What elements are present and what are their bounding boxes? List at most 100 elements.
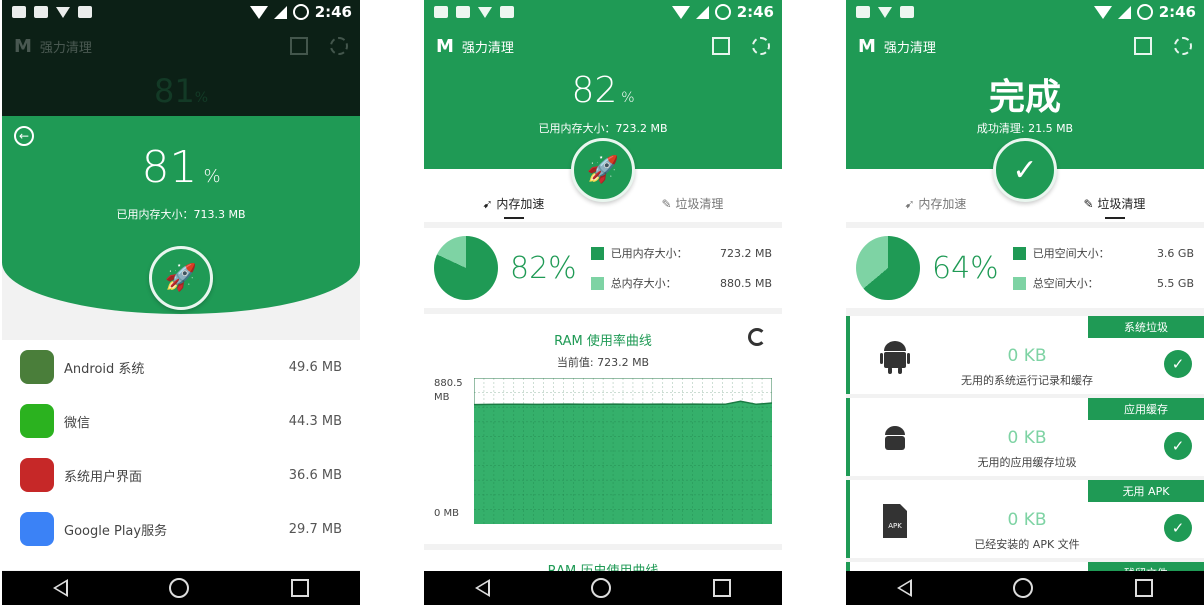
tab-memory-boost[interactable]: ➹ 内存加速 (424, 195, 603, 222)
screen-memory-boost-overlay: M 强力清理 81% 2:46 ← 81% 已用内存大小：713.3 MB 🚀 … (2, 0, 360, 605)
legend-swatch (590, 246, 604, 260)
app-list-item[interactable]: Google Play服务 29.7 MB (2, 502, 360, 556)
battery-icon (714, 4, 731, 20)
android-logo-icon (20, 458, 54, 492)
ghost-percent: 81% (153, 72, 209, 110)
done-check-button[interactable]: ✓ (993, 138, 1057, 202)
screen-junk-clean-done: 2:46 M 强力清理 完成 成功清理: 21.5 MB ➹ 内存加速 ✎ 垃圾… (846, 0, 1204, 605)
app-list-item[interactable]: 微信 44.3 MB (2, 394, 360, 448)
wifi-icon (249, 5, 268, 19)
legend-used: 已用内存大小： 723.2 MB (590, 238, 772, 268)
junk-description: 已经安装的 APK 文件 (974, 538, 1080, 551)
nav-back-icon[interactable] (52, 579, 68, 597)
legend-swatch (1012, 246, 1026, 260)
status-bar: 2:46 (2, 0, 360, 24)
refresh-icon[interactable] (748, 328, 766, 346)
check-icon[interactable]: ✓ (1164, 432, 1192, 460)
bug-icon (900, 6, 914, 18)
wechat-icon (20, 404, 54, 438)
bug-icon (500, 6, 514, 18)
download-icon (56, 6, 70, 18)
junk-card-apk[interactable]: 无用 APK APK 0 KB 已经安装的 APK 文件 ✓ (846, 480, 1204, 558)
battery-icon (292, 4, 309, 20)
legend: 已用内存大小： 723.2 MB 总内存大小： 880.5 MB (590, 238, 772, 298)
nav-recents-icon[interactable] (291, 579, 310, 597)
nav-home-icon[interactable] (169, 578, 190, 598)
rocket-icon: 🚀 (586, 155, 620, 185)
report-icon[interactable] (290, 37, 308, 55)
nav-recents-icon[interactable] (713, 579, 732, 597)
boost-button[interactable]: 🚀 (149, 246, 213, 310)
wifi-icon (1093, 5, 1112, 19)
chart-current-value: 当前值: 723.2 MB (556, 356, 650, 369)
image-icon (456, 6, 470, 18)
nav-recents-icon[interactable] (1135, 579, 1154, 597)
chart-title: RAM 使用率曲线 (554, 334, 652, 349)
ram-chart-card: RAM 使用率曲线 当前值: 723.2 MB 880.5 MB 0 MB (424, 314, 782, 544)
y-tick-max: 880.5 (434, 378, 463, 389)
junk-description: 无用的应用缓存垃圾 (977, 456, 1077, 469)
notification-icon (856, 6, 870, 18)
app-memory-size: 44.3 MB (288, 413, 342, 429)
rocket-icon: 🚀 (164, 263, 198, 293)
wifi-icon (671, 5, 690, 19)
clock: 2:46 (1158, 3, 1196, 21)
app-name: Google Play服务 (64, 523, 168, 539)
junk-tag: 应用缓存 (1088, 398, 1204, 420)
nav-home-icon[interactable] (1013, 578, 1034, 598)
image-icon (34, 6, 48, 18)
ram-area-chart (474, 378, 772, 524)
legend-total: 总内存大小： 880.5 MB (590, 268, 772, 298)
tab-junk-clean[interactable]: ✎ 垃圾清理 (1025, 195, 1204, 222)
pie-percent: 82% (510, 250, 577, 286)
tab-junk-clean[interactable]: ✎ 垃圾清理 (603, 195, 782, 222)
memory-used-label: 已用内存大小：723.2 MB (538, 122, 668, 135)
app-logo: M (14, 35, 32, 57)
memory-pie-chart (434, 236, 498, 300)
app-bar: M 强力清理 (2, 24, 360, 68)
signal-icon (1117, 5, 1131, 19)
screen-memory-boost: 2:46 M 强力清理 82% 已用内存大小：723.2 MB ➹ 内存加速 ✎… (424, 0, 782, 605)
nav-bar (424, 571, 782, 605)
app-name: 系统用户界面 (64, 469, 143, 485)
cleaned-amount: 成功清理: 21.5 MB (976, 122, 1074, 135)
pie-percent: 64% (932, 250, 999, 286)
junk-card-app-cache[interactable]: 应用缓存 0 KB 无用的应用缓存垃圾 ✓ (846, 398, 1204, 476)
rocket-icon: ➹ (482, 197, 497, 211)
app-list-item[interactable]: 系统用户界面 36.6 MB (2, 448, 360, 502)
junk-tag: 无用 APK (1088, 480, 1204, 502)
status-bar: 2:46 (424, 0, 782, 24)
legend-swatch (1012, 276, 1026, 290)
broom-icon: ✎ (1083, 197, 1098, 211)
junk-card-system[interactable]: 系统垃圾 0 KB 无用的系统运行记录和缓存 ✓ (846, 316, 1204, 394)
download-icon (878, 6, 892, 18)
battery-icon (1136, 4, 1153, 20)
nav-back-icon[interactable] (474, 579, 490, 597)
settings-icon[interactable] (330, 37, 348, 55)
memory-summary-card: 82% 已用内存大小： 723.2 MB 总内存大小： 880.5 MB (424, 228, 782, 308)
nav-bar (846, 571, 1204, 605)
app-memory-size: 29.7 MB (288, 521, 342, 537)
notification-icon (12, 6, 26, 18)
storage-summary-card: 64% 已用空间大小： 3.6 GB 总空间大小： 5.5 GB (846, 228, 1204, 308)
junk-description: 无用的系统运行记录和缓存 (961, 374, 1093, 387)
junk-size: 0 KB (1007, 510, 1047, 530)
app-list: Android 系统 49.6 MB 微信 44.3 MB 系统用户界面 36.6 MB G… (2, 340, 360, 570)
check-icon[interactable]: ✓ (1164, 514, 1192, 542)
boost-button[interactable]: 🚀 (571, 138, 635, 202)
memory-percent: 81% (141, 142, 221, 193)
bug-icon (78, 6, 92, 18)
app-title: 强力清理 (39, 40, 92, 56)
check-icon[interactable]: ✓ (1164, 350, 1192, 378)
nav-back-icon[interactable] (896, 579, 912, 597)
junk-size: 0 KB (1007, 346, 1047, 366)
nav-home-icon[interactable] (591, 578, 612, 598)
checkmark-icon: ✓ (1012, 152, 1038, 188)
nav-bar (2, 571, 360, 605)
tab-memory-boost[interactable]: ➹ 内存加速 (846, 195, 1025, 222)
legend-total: 总空间大小： 5.5 GB (1012, 268, 1194, 298)
app-memory-size: 36.6 MB (288, 467, 342, 483)
legend-used: 已用空间大小： 3.6 GB (1012, 238, 1194, 268)
app-list-item[interactable]: Android 系统 49.6 MB (2, 340, 360, 394)
signal-icon (273, 5, 287, 19)
